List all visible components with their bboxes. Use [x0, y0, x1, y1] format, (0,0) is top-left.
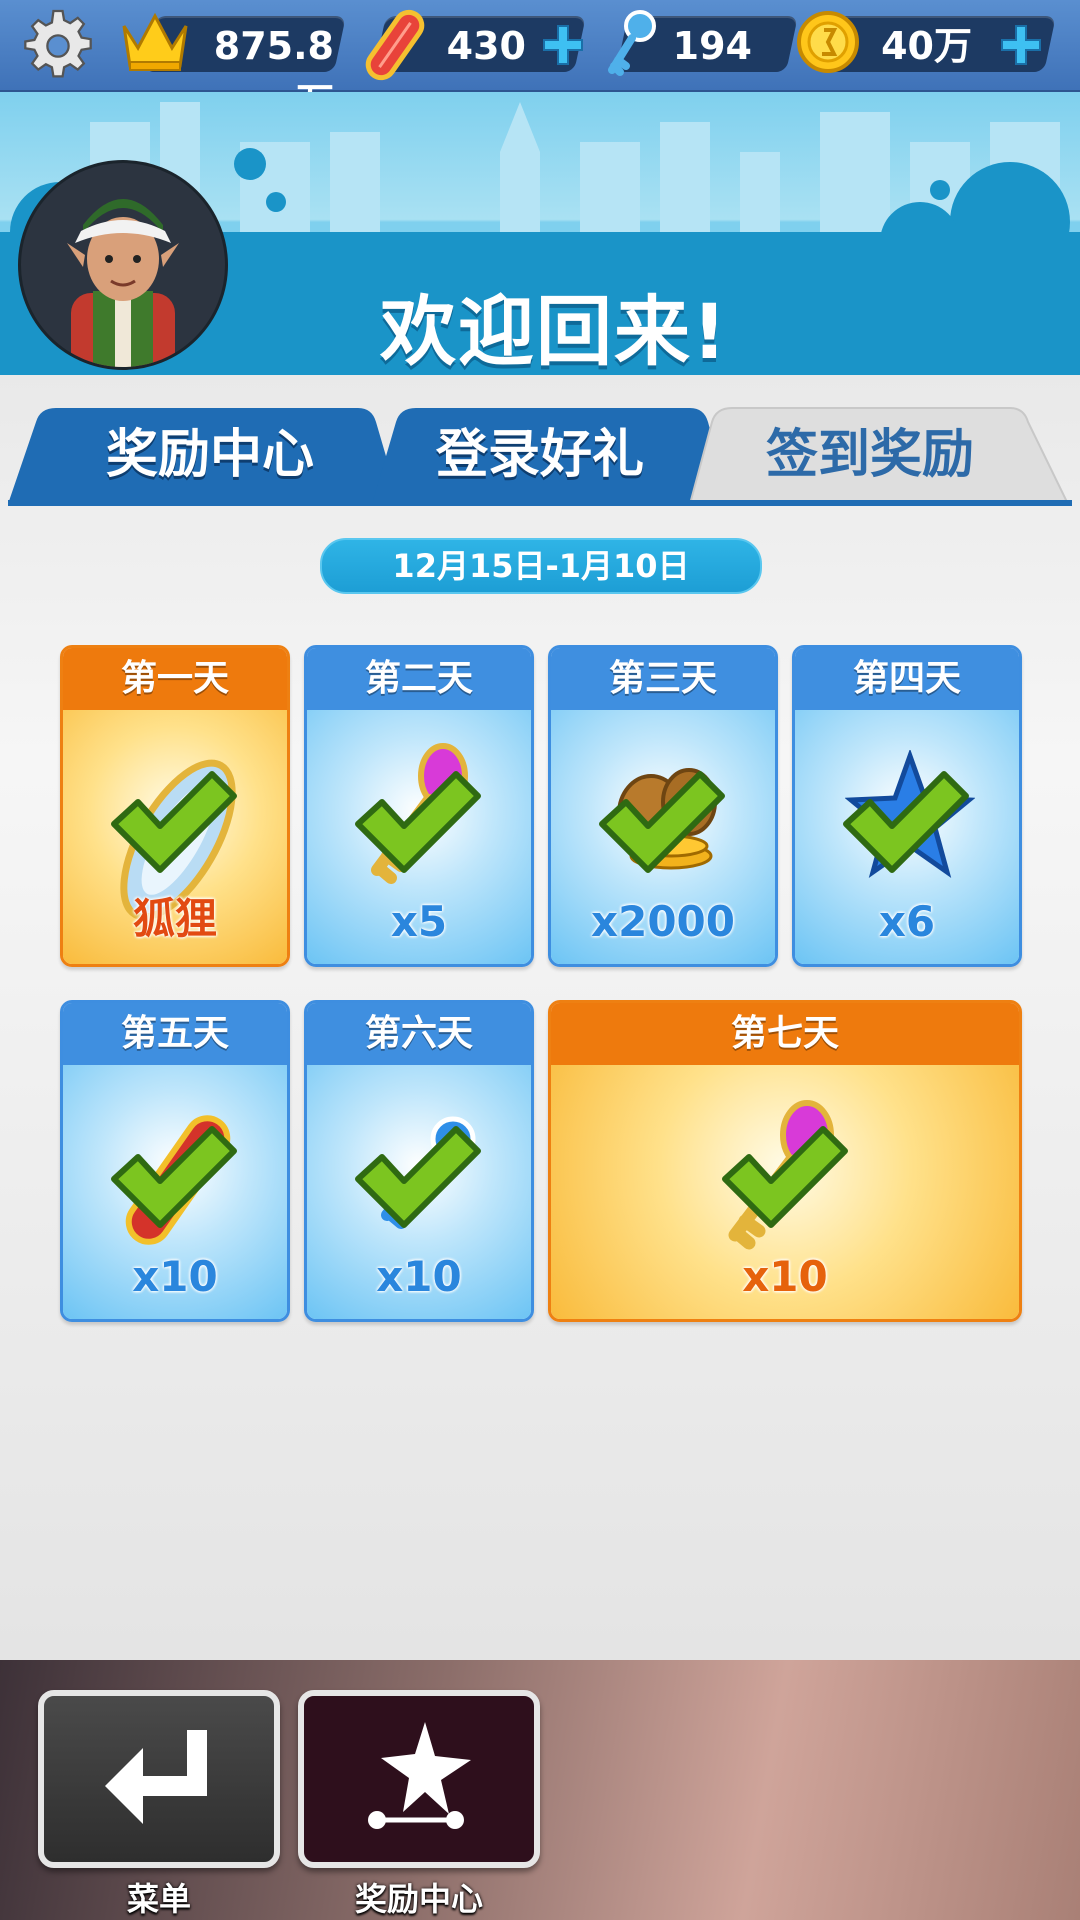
reward-quantity: x10: [376, 1252, 462, 1301]
day-title: 第一天: [63, 648, 287, 710]
welcome-title: 欢迎回来!: [380, 287, 729, 376]
add-hoverboard-button[interactable]: [538, 20, 588, 70]
star-path-icon: [368, 1722, 471, 1829]
date-range: 12月15日-1月10日: [320, 538, 762, 594]
coin-icon: [797, 11, 859, 73]
day-title: 第七天: [551, 1003, 1019, 1065]
player-avatar[interactable]: [18, 160, 228, 370]
reward-quantity: x10: [742, 1252, 828, 1301]
menu-label: 菜单: [126, 1880, 191, 1918]
day-card-1[interactable]: 第一天 狐狸: [60, 645, 290, 967]
reward-quantity: x6: [878, 897, 936, 946]
claimed-check-icon: [599, 771, 725, 873]
reward-center-label: 奖励中心: [354, 1880, 483, 1918]
claimed-check-icon: [355, 1126, 481, 1228]
currency-bar: 875.8万 430 194 40万: [0, 0, 1080, 124]
reward-center-button[interactable]: [298, 1690, 540, 1868]
day-card-2[interactable]: 第二天 x5: [304, 645, 534, 967]
day-title: 第六天: [307, 1003, 531, 1065]
claimed-check-icon: [355, 771, 481, 873]
hoverboard-count: 430: [446, 24, 526, 68]
day-card-6[interactable]: 第六天 x10: [304, 1000, 534, 1322]
score-value: 875.8万: [213, 24, 334, 124]
claimed-check-icon: [843, 771, 969, 873]
tab-reward-center[interactable]: 奖励中心: [60, 405, 360, 505]
elf-character-icon: [67, 199, 179, 367]
add-coins-button[interactable]: [996, 20, 1046, 70]
coins-count: 40万: [881, 24, 972, 68]
claimed-check-icon: [111, 1126, 237, 1228]
reward-quantity: x5: [390, 897, 448, 946]
menu-button[interactable]: [38, 1690, 280, 1868]
return-arrow-icon: [105, 1730, 207, 1824]
key-icon: [608, 10, 656, 76]
day-title: 第三天: [551, 648, 775, 710]
reward-label: 狐狸: [132, 894, 217, 943]
day-card-3[interactable]: 第三天 x2000: [548, 645, 778, 967]
day-card-4[interactable]: 第四天 x6: [792, 645, 1022, 967]
claimed-check-icon: [111, 771, 237, 873]
day-title: 第四天: [795, 648, 1019, 710]
day-card-7[interactable]: 第七天 x10: [548, 1000, 1022, 1322]
day-title: 第五天: [63, 1003, 287, 1065]
settings-gear-icon[interactable]: [20, 8, 96, 84]
tab-login-gift[interactable]: 登录好礼: [390, 405, 690, 505]
reward-quantity: x2000: [591, 897, 735, 946]
day-card-5[interactable]: 第五天 x10: [60, 1000, 290, 1322]
day-title: 第二天: [307, 648, 531, 710]
crown-icon: [122, 12, 188, 71]
claimed-check-icon: [722, 1126, 848, 1228]
reward-quantity: x10: [132, 1252, 218, 1301]
tab-checkin-reward[interactable]: 签到奖励: [720, 405, 1020, 505]
keys-count: 194: [672, 24, 752, 68]
